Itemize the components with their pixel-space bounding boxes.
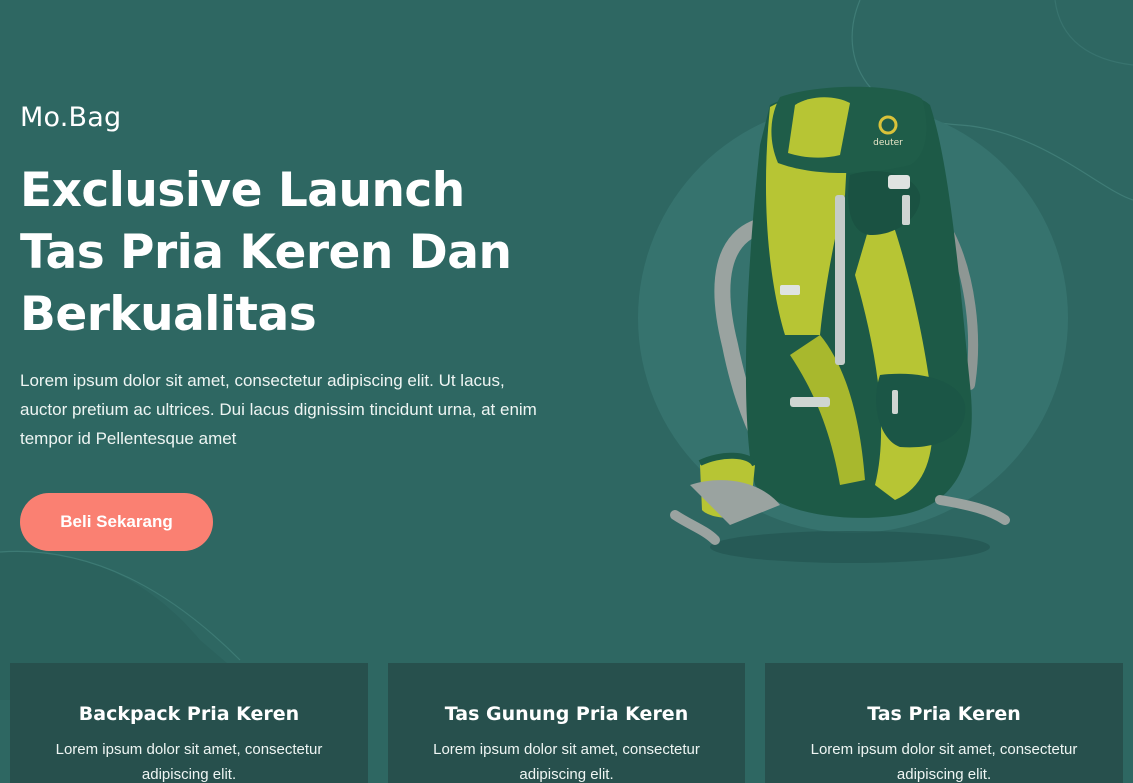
hero-description: Lorem ipsum dolor sit amet, consectetur … bbox=[20, 371, 537, 448]
feature-card: Tas Pria Keren Lorem ipsum dolor sit ame… bbox=[765, 663, 1123, 783]
headline-line: Exclusive Launch bbox=[20, 163, 465, 218]
feature-card: Backpack Pria Keren Lorem ipsum dolor si… bbox=[10, 663, 368, 783]
hero-headline: Exclusive Launch Tas Pria Keren Dan Berk… bbox=[20, 160, 580, 346]
feature-description: Lorem ipsum dolor sit amet, consectetur … bbox=[433, 741, 700, 783]
feature-description: Lorem ipsum dolor sit amet, consectetur … bbox=[55, 741, 323, 783]
feature-cards: Backpack Pria Keren Lorem ipsum dolor si… bbox=[10, 663, 1123, 783]
feature-title: Tas Pria Keren bbox=[867, 703, 1021, 725]
feature-card: Tas Gunung Pria Keren Lorem ipsum dolor … bbox=[388, 663, 745, 783]
backpack-image: deuter bbox=[670, 86, 1010, 563]
headline-line: Berkualitas bbox=[20, 287, 317, 342]
feature-title: Tas Gunung Pria Keren bbox=[444, 703, 689, 725]
brand-label: deuter bbox=[873, 138, 903, 148]
feature-title: Backpack Pria Keren bbox=[78, 703, 300, 725]
feature-description: Lorem ipsum dolor sit amet, consectetur … bbox=[810, 741, 1078, 783]
brand-logo[interactable]: Mo.Bag bbox=[20, 102, 121, 133]
buy-now-button[interactable]: Beli Sekarang bbox=[20, 493, 213, 551]
headline-line: Tas Pria Keren Dan bbox=[20, 225, 512, 280]
